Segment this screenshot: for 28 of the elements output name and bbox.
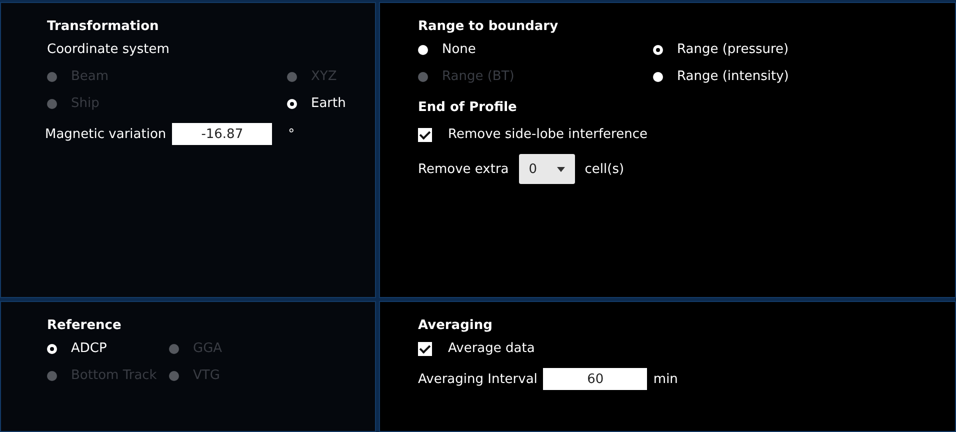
- caret-icon: [556, 166, 565, 172]
- radio-option[interactable]: Range (pressure): [653, 42, 789, 57]
- section-title: End of Profile: [418, 100, 518, 115]
- radio-option[interactable]: Earth: [287, 96, 346, 111]
- radio-option[interactable]: None: [418, 42, 476, 57]
- field-label: Averaging Interval: [418, 372, 538, 386]
- section-title: Reference: [47, 318, 122, 333]
- coordinate-system-label: Coordinate system: [47, 42, 170, 57]
- radio-icon[interactable]: [287, 98, 297, 108]
- unit-label: cell(s): [584, 162, 624, 176]
- field-label: Magnetic variation: [45, 126, 166, 142]
- unit-label: min: [653, 372, 678, 386]
- cells-dropdown[interactable]: 0: [518, 154, 575, 184]
- radio-option[interactable]: Range (intensity): [653, 69, 789, 84]
- checkbox-option[interactable]: Remove side-lobe interference: [418, 127, 648, 142]
- unit-label: °: [288, 126, 295, 142]
- field-label: Remove extra: [418, 162, 509, 176]
- section-title: Averaging: [418, 318, 494, 333]
- radio-icon[interactable]: [653, 72, 663, 82]
- interval-field[interactable]: 60: [543, 368, 648, 390]
- section-title: Range to boundary: [418, 19, 560, 34]
- radio-icon[interactable]: [653, 44, 663, 54]
- radio-icon[interactable]: [418, 44, 428, 54]
- radio-option[interactable]: ADCP: [47, 341, 107, 356]
- section-title: Transformation: [47, 19, 160, 34]
- magnetic-variation-field[interactable]: -16.87: [172, 123, 272, 145]
- radio-icon[interactable]: [47, 344, 57, 354]
- checkbox-option[interactable]: Average data: [418, 341, 535, 356]
